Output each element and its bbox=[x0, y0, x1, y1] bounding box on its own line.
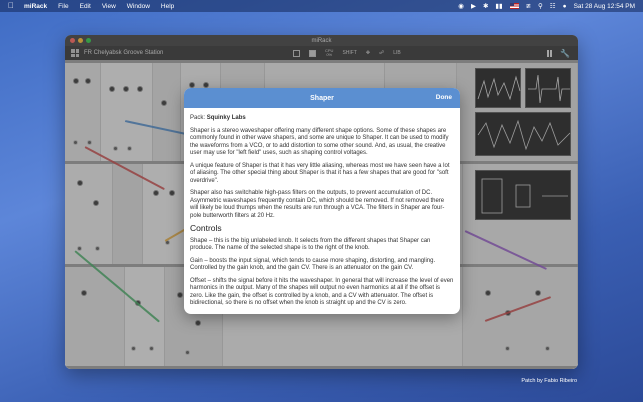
status-area: ◉ ▶ ✱ ▮▮ ≇ ⚲ ☷ ● Sat 28 Aug 12:54 PM bbox=[458, 0, 635, 12]
description-paragraph: A unique feature of Shaper is that it ha… bbox=[190, 162, 450, 184]
description-paragraph: Shaper is a stereo waveshaper offering m… bbox=[190, 127, 449, 157]
patch-credit-caption: Patch by Fabio Ribeiro bbox=[521, 378, 577, 384]
play-icon[interactable]: ▶ bbox=[471, 2, 476, 10]
menu-view[interactable]: View bbox=[102, 3, 116, 10]
control-description: Shape – this is the big unlabeled knob. … bbox=[190, 237, 431, 252]
module-info-sheet: Shaper Done Pack: Squinky Labs Shaper is… bbox=[184, 88, 460, 314]
menu-app-name[interactable]: miRack bbox=[24, 3, 47, 10]
apple-menu-icon[interactable]:  bbox=[8, 0, 16, 12]
menu-edit[interactable]: Edit bbox=[80, 3, 91, 10]
menu-file[interactable]: File bbox=[58, 3, 68, 10]
control-description: Offset – shifts the signal before it hit… bbox=[190, 277, 454, 307]
pack-name: Squinky Labs bbox=[206, 115, 246, 121]
description-paragraph: Shaper also has switchable high-pass fil… bbox=[190, 190, 445, 219]
sheet-header: Shaper Done bbox=[184, 88, 460, 108]
menu-window[interactable]: Window bbox=[127, 3, 150, 10]
pack-line: Pack: Squinky Labs bbox=[190, 115, 246, 121]
search-icon[interactable]: ⚲ bbox=[538, 2, 543, 10]
battery-icon[interactable]: ▮▮ bbox=[495, 2, 502, 10]
sheet-body[interactable]: Pack: Squinky Labs Shaper is a stereo wa… bbox=[184, 108, 460, 308]
sheet-title: Shaper bbox=[310, 94, 334, 102]
user-icon[interactable]: ● bbox=[563, 3, 567, 10]
record-icon[interactable]: ◉ bbox=[458, 2, 464, 10]
bluetooth-icon[interactable]: ✱ bbox=[483, 2, 488, 10]
menu-help[interactable]: Help bbox=[161, 3, 174, 10]
control-center-icon[interactable]: ☷ bbox=[550, 2, 556, 10]
clock[interactable]: Sat 28 Aug 12:54 PM bbox=[574, 3, 635, 10]
control-description: Gain – boosts the input signal, which te… bbox=[190, 257, 436, 272]
controls-heading: Controls bbox=[190, 223, 222, 233]
wifi-icon[interactable]: ≇ bbox=[526, 2, 531, 10]
input-source-flag-icon[interactable] bbox=[509, 3, 519, 9]
menu-bar:  miRack File Edit View Window Help ◉ ▶ … bbox=[0, 0, 643, 12]
done-button[interactable]: Done bbox=[436, 94, 452, 101]
